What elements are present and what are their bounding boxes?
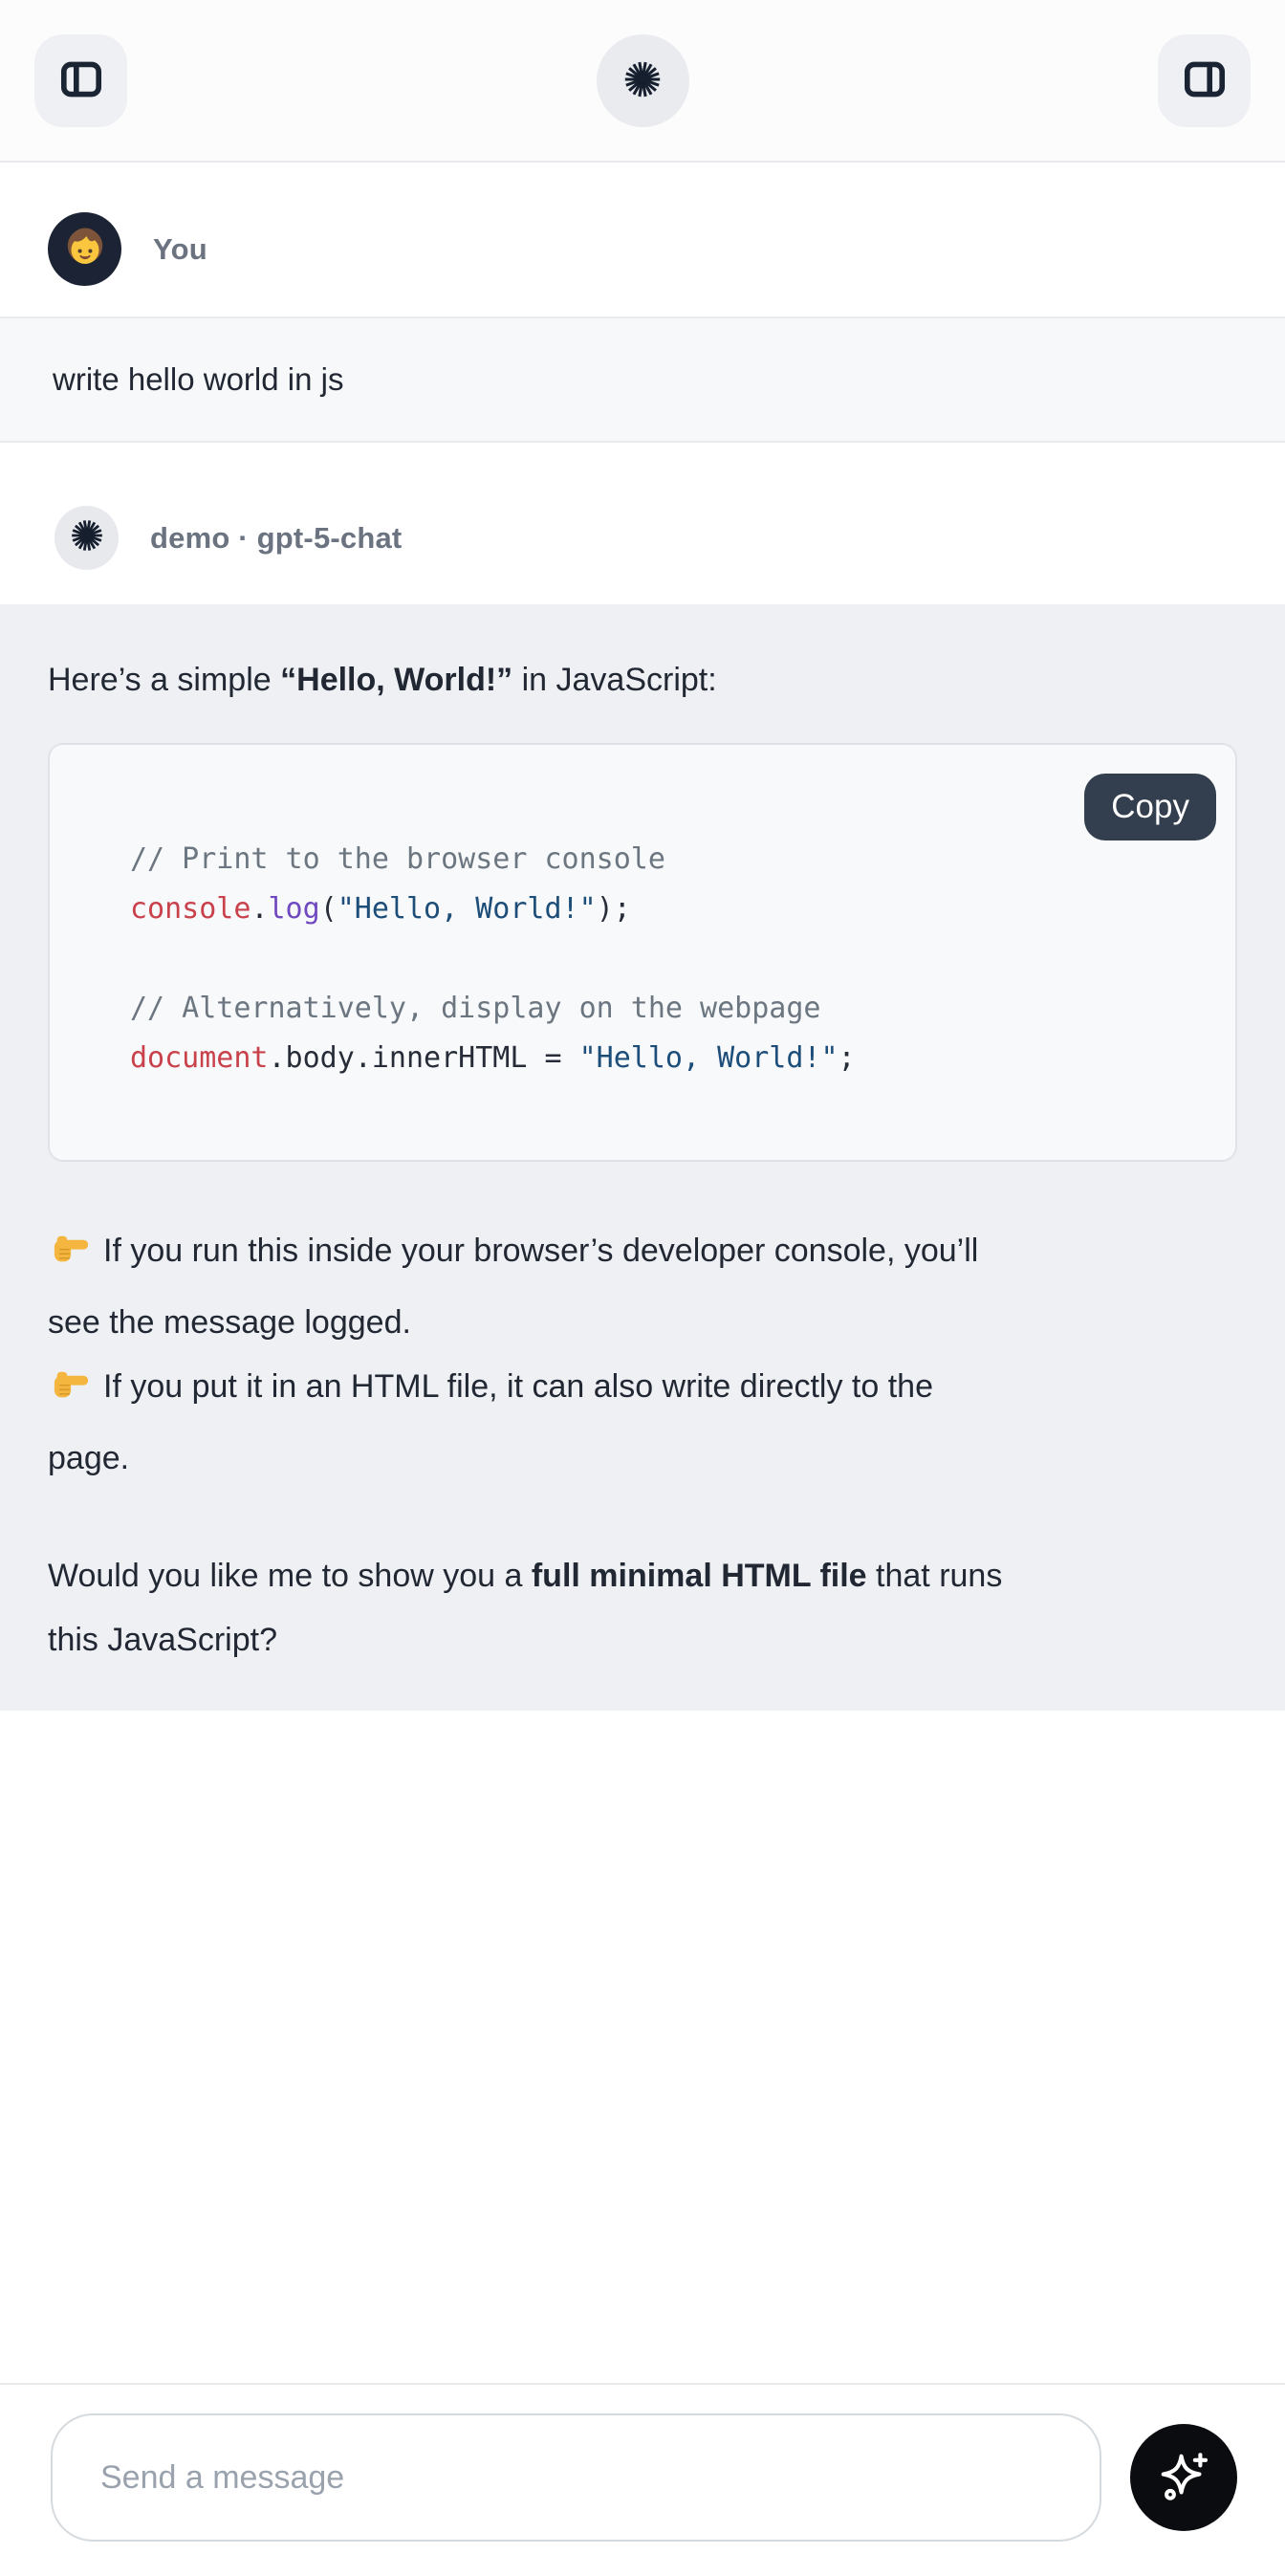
topbar	[0, 0, 1285, 163]
right-panel-toggle-button[interactable]	[1158, 34, 1251, 127]
user-message: write hello world in js	[0, 317, 1285, 443]
assistant-message: Here’s a simple “Hello, World!” in JavaS…	[0, 604, 1285, 1711]
sidebar-toggle-button[interactable]	[34, 34, 127, 127]
user-name-label: You	[153, 232, 207, 267]
code-line: // Alternatively, display on the webpage	[130, 984, 1197, 1034]
sparkles-icon	[1156, 2449, 1211, 2507]
empty-scroll-area	[0, 1711, 1285, 2383]
assistant-question: Would you like me to show you a full min…	[48, 1544, 1237, 1672]
composer	[0, 2383, 1285, 2576]
note-line: page.	[48, 1427, 1237, 1491]
question-line: Would you like me to show you a full min…	[48, 1544, 1237, 1608]
chat-thread: You write hello world in js	[0, 163, 1285, 2383]
send-button[interactable]	[1130, 2424, 1237, 2531]
starburst-logo-icon	[621, 57, 664, 104]
code-line: console.log("Hello, World!");	[130, 884, 1197, 934]
code-block: Copy // Print to the browser console con…	[48, 743, 1237, 1162]
point-right-emoji-icon	[48, 1225, 92, 1291]
panel-left-icon	[56, 55, 106, 107]
copy-button[interactable]: Copy	[1084, 774, 1216, 840]
assistant-notes: If you run this inside your browser’s de…	[48, 1219, 1237, 1491]
assistant-avatar	[54, 506, 119, 570]
point-right-emoji-icon	[48, 1361, 92, 1427]
user-message-text: write hello world in js	[53, 361, 343, 398]
code-line-blank	[130, 934, 1197, 984]
question-line: this JavaScript?	[48, 1608, 1237, 1672]
note-line: If you put it in an HTML file, it can al…	[48, 1355, 1237, 1427]
note-line: If you run this inside your browser’s de…	[48, 1219, 1237, 1291]
chat-app: You write hello world in js	[0, 0, 1285, 2576]
code-line: // Print to the browser console	[130, 835, 1197, 884]
person-emoji-icon	[60, 222, 110, 276]
user-avatar	[48, 212, 121, 286]
assistant-name-label: demo · gpt-5-chat	[150, 521, 402, 556]
assistant-intro-text: Here’s a simple “Hello, World!” in JavaS…	[48, 648, 1237, 712]
code-line: document.body.innerHTML = "Hello, World!…	[130, 1034, 1197, 1083]
note-line: see the message logged.	[48, 1291, 1237, 1355]
message-input[interactable]	[51, 2413, 1101, 2542]
user-message-header: You	[48, 212, 1285, 286]
assistant-message-header: demo · gpt-5-chat	[54, 506, 1285, 570]
panel-right-icon	[1180, 55, 1230, 107]
code-content: // Print to the browser console console.…	[130, 835, 1197, 1083]
starburst-avatar-icon	[68, 516, 106, 559]
app-logo-button[interactable]	[597, 34, 689, 127]
